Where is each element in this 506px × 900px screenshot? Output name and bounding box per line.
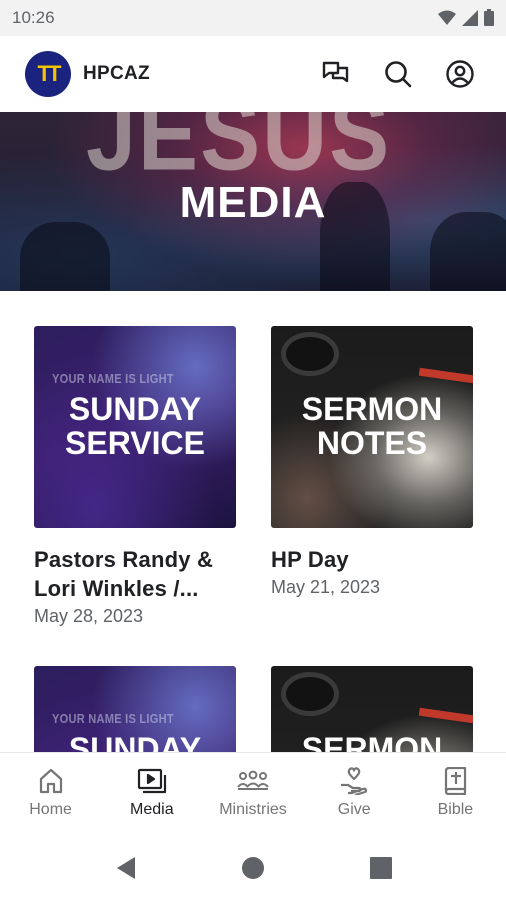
system-navigation-bar (0, 834, 506, 900)
nav-item-home[interactable]: Home (0, 753, 101, 834)
card-title: HP Day (271, 547, 349, 572)
nav-label: Home (29, 801, 72, 818)
nav-item-ministries[interactable]: Ministries (202, 753, 303, 834)
card-date: May 21, 2023 (271, 577, 381, 597)
signal-icon (462, 9, 478, 26)
chat-button[interactable] (320, 58, 352, 90)
media-card[interactable]: SERMON NOTES HP Day May 21, 2023 (271, 326, 473, 598)
hero-banner: JESUS MEDIA (0, 112, 506, 291)
thumb-line: SERVICE (65, 425, 205, 461)
coffee-cup-graphic (281, 332, 339, 376)
ministries-icon (237, 770, 269, 790)
battery-icon (484, 9, 494, 26)
thumb-line: SUNDAY (68, 391, 202, 427)
pencil-graphic (418, 707, 473, 725)
thumb-line: SERMON (301, 731, 443, 752)
app-title: HPCAZ (83, 63, 150, 84)
nav-label: Bible (437, 801, 474, 818)
bottom-navigation: Home Media Ministries Give Bible (0, 752, 506, 834)
nav-item-give[interactable]: Give (304, 753, 405, 834)
account-icon (446, 60, 474, 88)
card-title: Pastors Randy & Lori Winkles /... (34, 547, 214, 601)
card-thumbnail: YOUR NAME IS LIGHT SUNDAY (34, 666, 236, 752)
nav-item-bible[interactable]: Bible (405, 753, 506, 834)
nav-label: Give (337, 801, 371, 818)
search-button[interactable] (382, 58, 414, 90)
hero-title: MEDIA (179, 178, 327, 227)
thumb-line: SUNDAY (68, 731, 202, 752)
app-actions (320, 58, 476, 90)
wifi-icon (438, 10, 456, 25)
logo-text: TT (37, 61, 62, 86)
media-icon (137, 768, 166, 794)
card-thumbnail: SERMON NOTES (271, 326, 473, 528)
search-icon (385, 61, 412, 88)
status-icons (438, 9, 494, 26)
pencil-graphic (418, 367, 473, 385)
status-bar: 10:26 (0, 0, 506, 36)
thumb-subtitle: YOUR NAME IS LIGHT (52, 371, 174, 386)
card-thumbnail: YOUR NAME IS LIGHT SUNDAY SERVICE (34, 326, 236, 528)
media-card[interactable]: YOUR NAME IS LIGHT SUNDAY SERVICE Pastor… (34, 326, 236, 627)
give-icon (341, 767, 368, 795)
nav-label: Ministries (219, 801, 287, 818)
card-date: May 28, 2023 (34, 606, 144, 626)
app-bar: TT HPCAZ (0, 36, 506, 112)
status-time: 10:26 (12, 8, 55, 27)
account-button[interactable] (444, 58, 476, 90)
nav-label: Media (130, 801, 174, 818)
back-icon[interactable] (113, 855, 139, 881)
home-circle-icon[interactable] (240, 855, 266, 881)
overview-icon[interactable] (368, 855, 394, 881)
thumb-subtitle: YOUR NAME IS LIGHT (52, 711, 174, 726)
thumb-line: SERMON (301, 391, 443, 427)
card-thumbnail: SERMON (271, 666, 473, 752)
media-card[interactable]: YOUR NAME IS LIGHT SUNDAY (34, 666, 236, 752)
hero-silhouette (20, 222, 110, 291)
chat-icon (322, 61, 349, 83)
thumb-line: NOTES (316, 425, 428, 461)
bible-icon (445, 767, 467, 795)
app-logo[interactable]: TT (25, 51, 71, 97)
coffee-cup-graphic (281, 672, 339, 716)
media-card[interactable]: SERMON (271, 666, 473, 752)
home-icon (39, 768, 62, 794)
nav-item-media[interactable]: Media (101, 753, 202, 834)
